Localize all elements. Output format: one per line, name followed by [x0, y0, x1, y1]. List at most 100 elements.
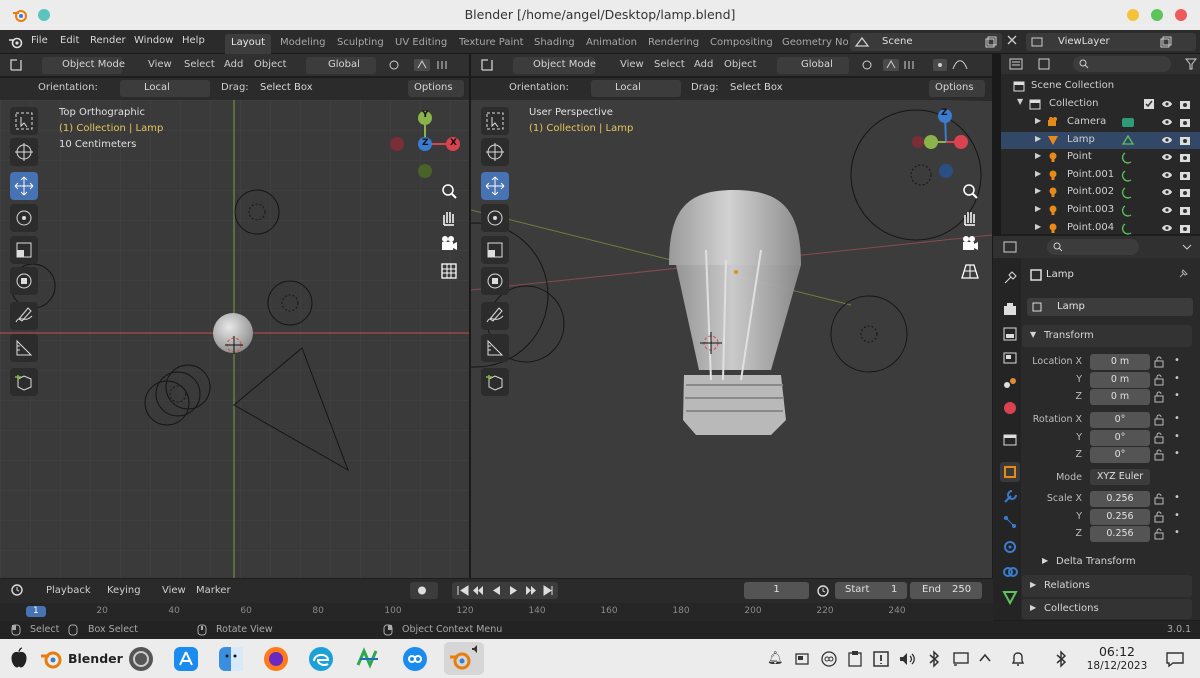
object-mode-dropdown[interactable]: Object Mode [513, 57, 596, 74]
tool-rotate[interactable] [481, 204, 509, 232]
render-camera-icon[interactable] [1179, 169, 1191, 181]
outliner-item-point[interactable]: ▶ Point [1001, 149, 1200, 166]
timeline-menu-keying[interactable]: Keying [107, 585, 141, 596]
end-frame-field[interactable]: End 250 [910, 582, 982, 599]
options-chevron-icon[interactable] [1181, 241, 1193, 253]
lock-icon[interactable] [1153, 493, 1167, 505]
tab-uv-editing[interactable]: UV Editing [395, 37, 447, 48]
auto-keying-button[interactable] [410, 582, 438, 599]
tab-animation[interactable]: Animation [586, 37, 637, 48]
display-mode-icon[interactable] [1037, 57, 1063, 71]
right-navigation-gizmo[interactable] [911, 106, 989, 184]
eye-icon[interactable] [1161, 170, 1173, 180]
keyframe-dot-icon[interactable]: • [1174, 448, 1180, 459]
tool-measure[interactable] [10, 334, 38, 362]
pan-button[interactable] [438, 207, 460, 229]
perspective-toggle-button[interactable] [959, 260, 981, 282]
scene-selector[interactable]: Scene [850, 33, 1002, 51]
lock-icon[interactable] [1153, 528, 1167, 540]
render-camera-icon[interactable] [1179, 222, 1191, 234]
tab-compositing[interactable]: Compositing [710, 37, 773, 48]
orientation-dropdown[interactable]: Local [120, 80, 210, 97]
camera-view-button[interactable] [959, 233, 981, 255]
keyframe-dot-icon[interactable]: • [1174, 510, 1180, 521]
tray-qb-icon[interactable] [820, 650, 838, 668]
tool-move[interactable] [481, 172, 509, 200]
keyframe-dot-icon[interactable]: • [1174, 492, 1180, 503]
relations-panel-header[interactable]: ▶ Relations [1022, 575, 1192, 597]
start-frame-field[interactable]: Start 1 [835, 582, 907, 599]
tool-annotate[interactable] [481, 302, 509, 330]
right-viewport[interactable]: User Perspective (1) Collection | Lamp Z [471, 100, 992, 578]
viewport-menu-object[interactable]: Object [724, 59, 757, 70]
expand-icon[interactable]: ▶ [1035, 204, 1041, 213]
tab-scene[interactable] [1000, 373, 1020, 393]
tab-modifiers[interactable] [1000, 487, 1020, 507]
maximize-button[interactable] [1151, 9, 1163, 21]
eye-icon[interactable] [1161, 187, 1173, 197]
bluetooth-icon[interactable] [1055, 650, 1067, 668]
clipboard-icon[interactable] [847, 650, 863, 668]
outliner-editor-type-icon[interactable] [1008, 57, 1034, 71]
location-y-field[interactable]: 0 m [1090, 371, 1150, 388]
menu-file[interactable]: File [31, 35, 48, 46]
close-button[interactable] [1175, 9, 1187, 21]
lock-icon[interactable] [1153, 374, 1167, 386]
render-camera-icon[interactable] [1179, 98, 1191, 110]
pin-icon[interactable] [1177, 268, 1189, 280]
stopwatch-icon[interactable] [815, 583, 831, 599]
eye-icon[interactable] [1161, 223, 1173, 233]
current-frame-field[interactable]: 1 [744, 582, 809, 599]
alert-icon[interactable] [872, 650, 890, 668]
finder-icon[interactable] [219, 647, 243, 671]
keyframe-dot-icon[interactable]: • [1174, 431, 1180, 442]
transform-orientation-dropdown[interactable]: Global [777, 57, 849, 74]
chevron-up-icon[interactable] [978, 652, 992, 664]
tab-rendering[interactable]: Rendering [648, 37, 699, 48]
lock-icon[interactable] [1153, 449, 1167, 461]
notification-bell-icon[interactable]: 🔔︎ [767, 651, 784, 666]
tab-constraints[interactable] [1000, 562, 1020, 582]
perspective-toggle-button[interactable] [438, 260, 460, 282]
camera-data-icon[interactable] [1121, 116, 1135, 129]
orientation-dropdown[interactable]: Local [591, 80, 681, 97]
outliner-search-input[interactable] [1073, 56, 1171, 72]
scale-z-field[interactable]: 0.256 [1090, 526, 1150, 542]
viewport-menu-select[interactable]: Select [184, 59, 215, 70]
location-z-field[interactable]: 0 m [1090, 389, 1150, 405]
outliner-item-camera[interactable]: ▶ Camera [1001, 114, 1200, 131]
light-data-icon[interactable] [1121, 169, 1135, 182]
expand-icon[interactable]: ▶ [1035, 151, 1041, 160]
light-data-icon[interactable] [1121, 151, 1135, 164]
tool-select-box[interactable] [481, 107, 509, 135]
eye-icon[interactable] [1161, 135, 1173, 145]
viewport-menu-object[interactable]: Object [254, 59, 287, 70]
light-data-icon[interactable] [1121, 222, 1135, 235]
bluetooth-icon[interactable] [928, 650, 940, 668]
lock-icon[interactable] [1153, 414, 1167, 426]
collapse-icon[interactable]: ▼ [1017, 97, 1023, 106]
notification-bell-outline-icon[interactable] [1010, 650, 1026, 668]
outliner-scene-collection[interactable]: Scene Collection [1001, 78, 1200, 95]
lock-icon[interactable] [1153, 511, 1167, 523]
tool-rotate[interactable] [10, 204, 38, 232]
tray-app-icon[interactable] [794, 651, 810, 667]
snapping-icons[interactable] [859, 58, 989, 72]
tool-select-box[interactable] [10, 107, 38, 135]
checkbox-icon[interactable] [1143, 98, 1155, 110]
scale-y-field[interactable]: 0.256 [1090, 508, 1150, 525]
tab-view-layer[interactable] [1000, 348, 1020, 368]
rotation-x-field[interactable]: 0° [1090, 412, 1150, 428]
minimize-button[interactable] [1127, 9, 1139, 21]
transform-orientation-dropdown[interactable]: Global [306, 57, 376, 74]
outliner-item-lamp[interactable]: ▶ Lamp [1001, 131, 1200, 149]
editor-type-icon[interactable] [479, 58, 505, 72]
object-mode-dropdown[interactable]: Object Mode [42, 57, 125, 74]
outliner-item-point-003[interactable]: ▶ Point.003 [1001, 202, 1200, 219]
collections-panel-header[interactable]: ▶ Collections [1022, 599, 1192, 619]
render-camera-icon[interactable] [1179, 204, 1191, 216]
expand-icon[interactable]: ▶ [1035, 134, 1041, 143]
tool-add-cube[interactable] [481, 368, 509, 396]
editor-type-icon[interactable] [8, 58, 34, 72]
properties-editor-type-icon[interactable] [1003, 241, 1027, 253]
